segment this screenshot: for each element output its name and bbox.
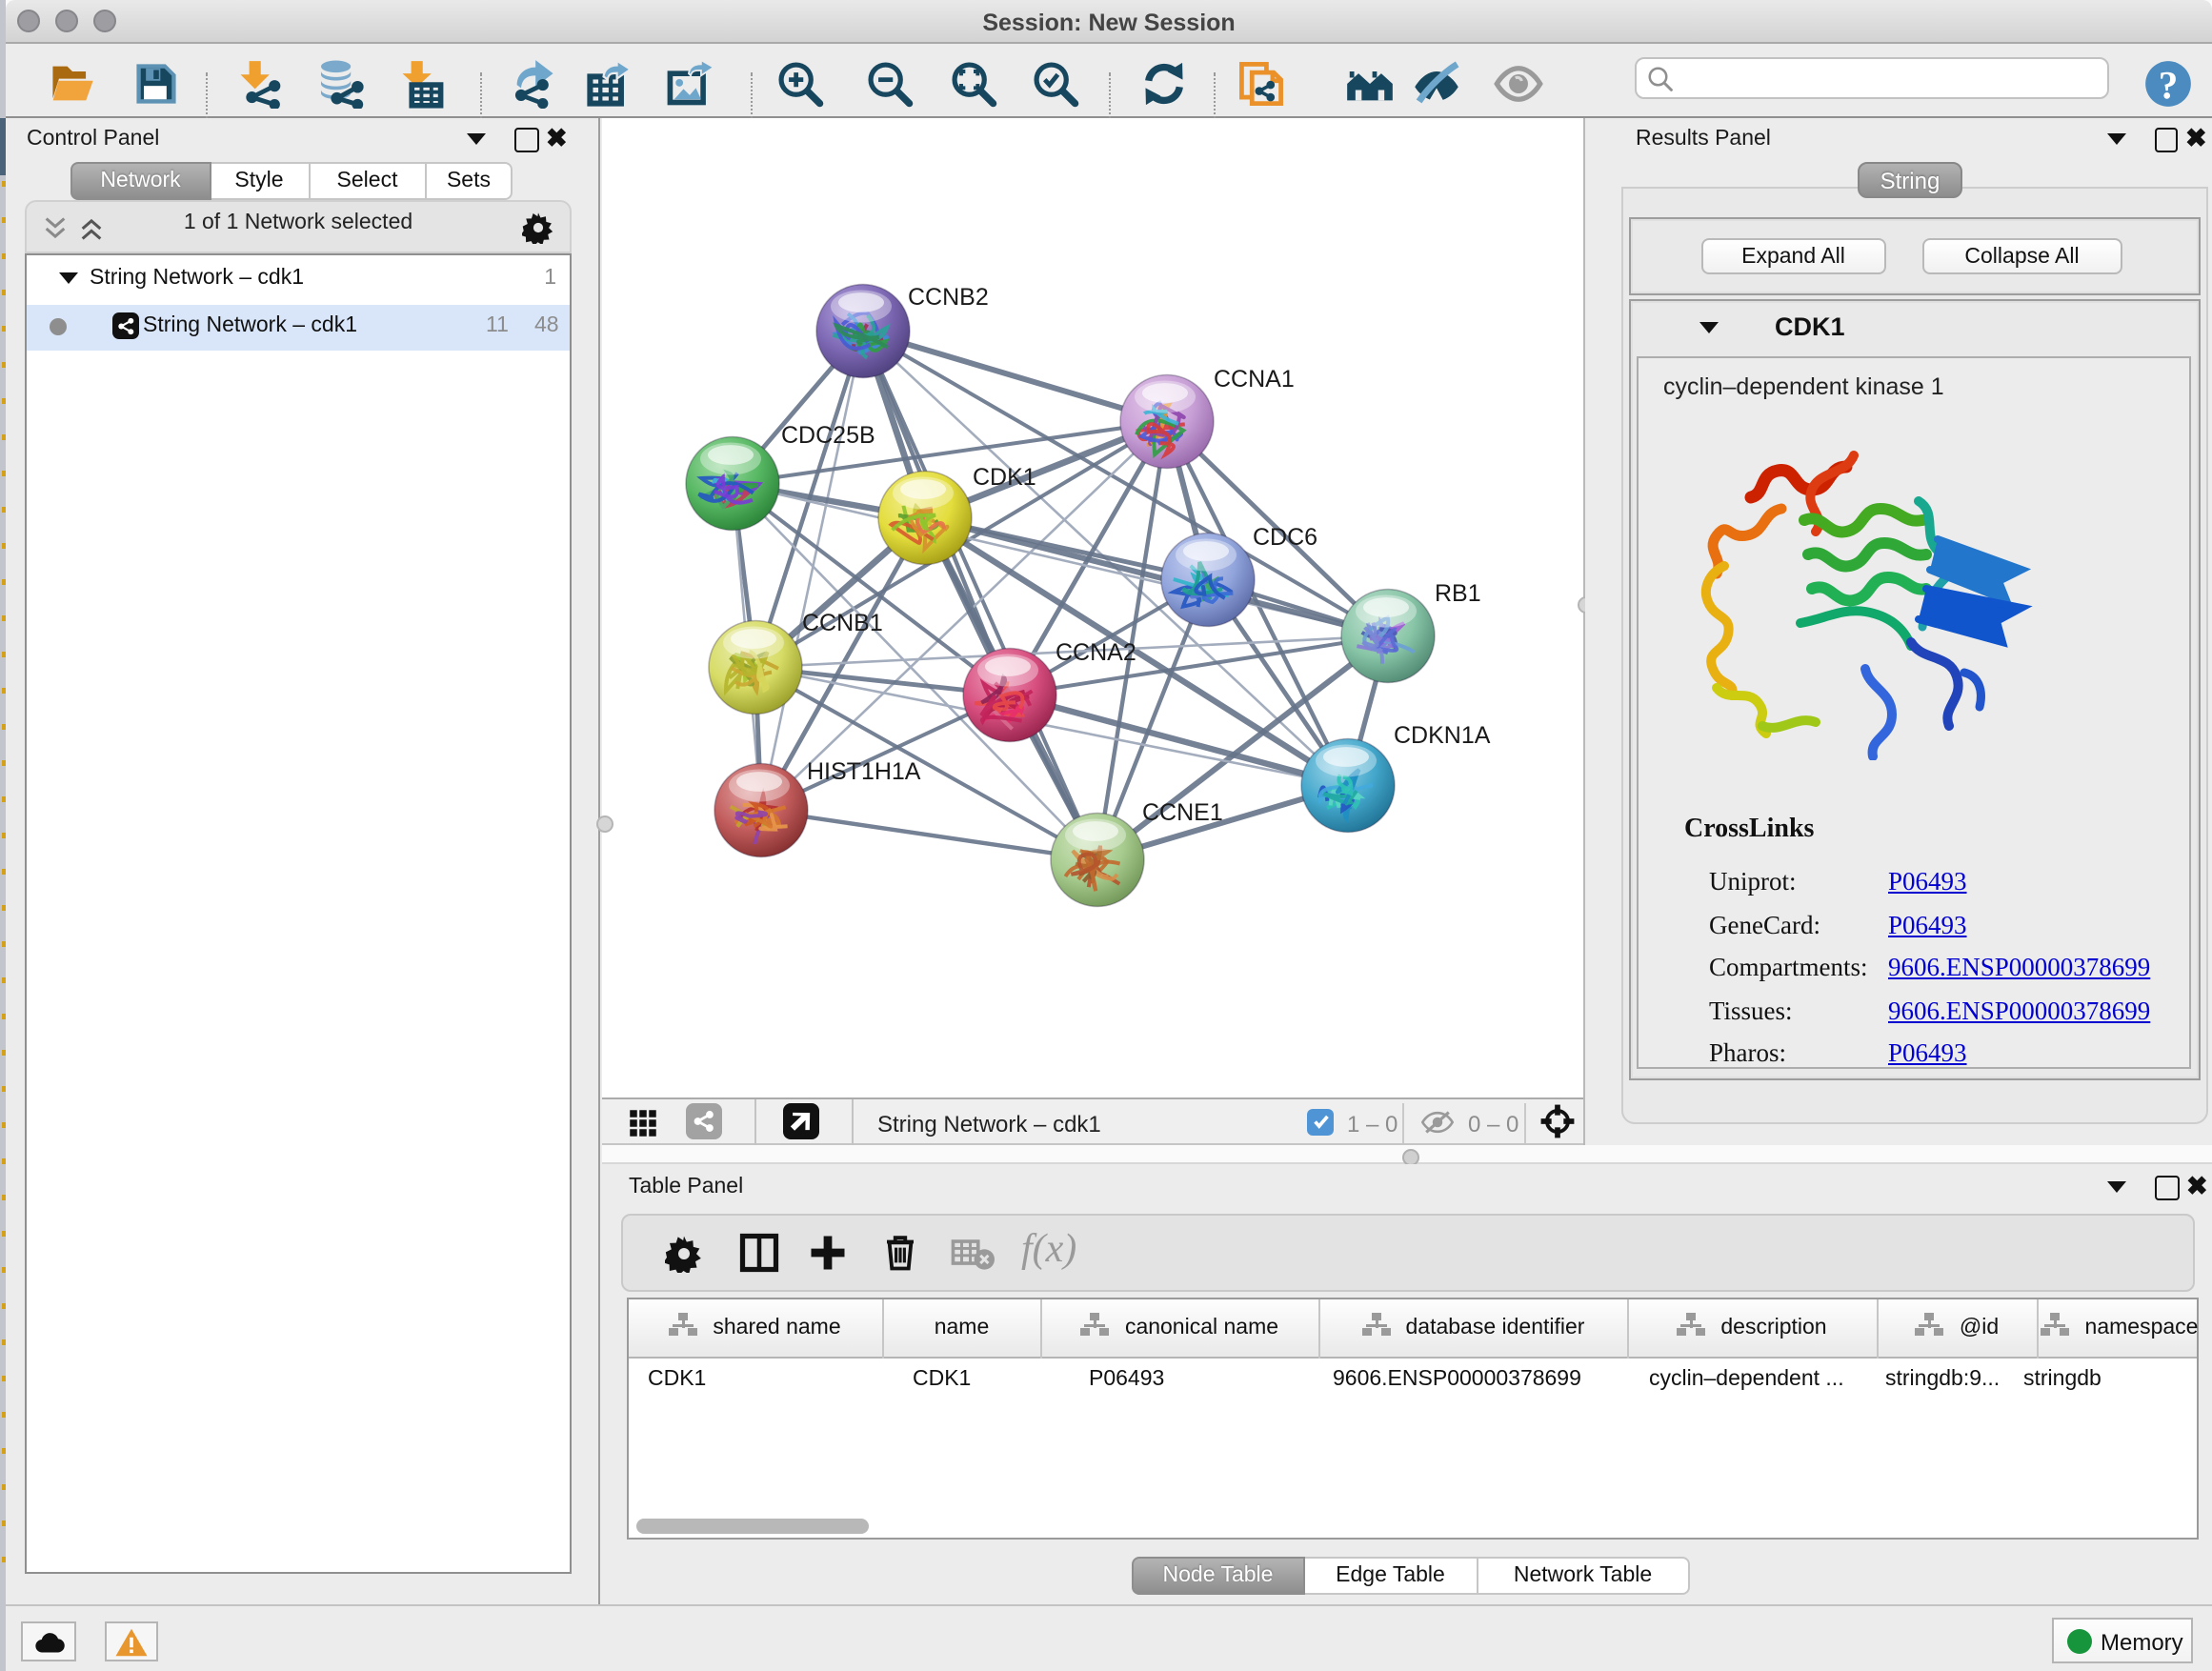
svg-text:CCNA2: CCNA2 bbox=[1055, 639, 1136, 666]
svg-text:CDKN1A: CDKN1A bbox=[1393, 722, 1490, 749]
svg-text:CDC6: CDC6 bbox=[1252, 524, 1317, 551]
svg-text:CCNA1: CCNA1 bbox=[1213, 366, 1294, 393]
svg-text:CCNB1: CCNB1 bbox=[801, 610, 882, 636]
svg-text:CDK1: CDK1 bbox=[972, 464, 1036, 491]
svg-text:HIST1H1A: HIST1H1A bbox=[806, 758, 920, 785]
svg-text:CCNE1: CCNE1 bbox=[1141, 799, 1222, 826]
svg-text:?: ? bbox=[2159, 62, 2179, 106]
svg-text:CCNB2: CCNB2 bbox=[907, 284, 988, 311]
svg-text:CDC25B: CDC25B bbox=[780, 422, 875, 449]
svg-text:RB1: RB1 bbox=[1434, 580, 1480, 607]
